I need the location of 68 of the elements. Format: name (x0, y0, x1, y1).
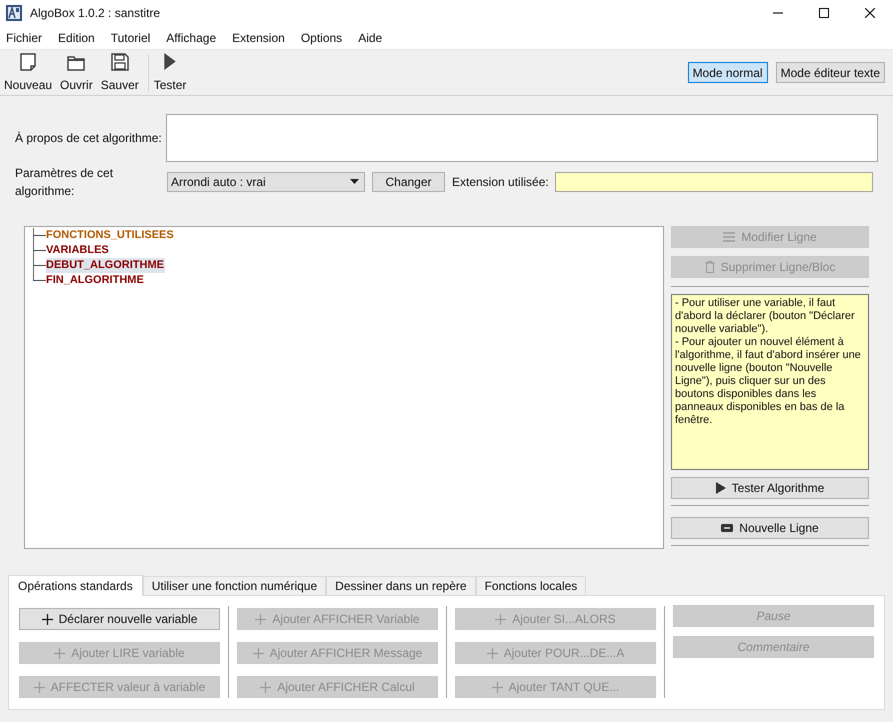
close-icon (865, 8, 875, 18)
extension-field[interactable] (554, 172, 873, 192)
tree-item[interactable]: VARIABLES (46, 243, 110, 258)
side-button[interactable]: Tester Algorithme (671, 477, 869, 499)
help-text: - Pour ajouter un nouvel élément à l'algorithme, il faut d'abord insérer une nouvelle ligne (bouton "Nouvelle Ligne"), puis cliquer sur un des boutons disponibles dans les panneaux disponibles en bas de la fenêtre. (675, 336, 862, 427)
side-button: Supprimer Ligne/Bloc (671, 256, 869, 278)
operation-button: Ajouter AFFICHER Variable (237, 608, 438, 630)
side-button[interactable]: Nouvelle Ligne (671, 517, 869, 539)
operation-button: Ajouter LIRE variable (19, 642, 220, 664)
menu-item[interactable]: Options (296, 28, 348, 46)
keyboard-key-icon (721, 524, 734, 532)
menu-icon (723, 232, 736, 242)
document-icon (20, 52, 36, 70)
plus-icon (260, 682, 272, 692)
menu-item[interactable]: Edition (53, 28, 100, 46)
toolbar-button[interactable]: Ouvrir (58, 52, 95, 94)
operation-button[interactable]: Déclarer nouvelle variable (19, 608, 220, 630)
change-button[interactable]: Changer (372, 172, 445, 192)
plus-icon (486, 648, 498, 658)
plus-icon (255, 614, 266, 624)
plus-icon (42, 614, 53, 624)
side-button: Modifier Ligne (671, 226, 869, 248)
help-text: - Pour utiliser une variable, il faut d'abord la déclarer (bouton "Déclarer nouvelle variable"). (675, 297, 856, 336)
tab[interactable]: Utiliser une fonction numérique (142, 576, 326, 595)
tab[interactable]: Dessiner dans un repère (326, 576, 476, 595)
operation-button: Ajouter AFFICHER Calcul (237, 676, 438, 698)
operation-button: Ajouter POUR...DE...A (455, 642, 656, 664)
play-icon (716, 482, 726, 494)
toolbar-button[interactable]: Nouveau (2, 52, 54, 94)
plus-icon (252, 648, 264, 658)
algorithm-tree[interactable]: FONCTIONS_UTILISEES VARIABLES DEBUT_ALGORITHME FIN_ALGORITHME (24, 226, 664, 549)
field-label: Extension utilisée: (452, 174, 549, 190)
app-logo-icon (6, 5, 22, 21)
menu-item[interactable]: Extension (227, 28, 290, 46)
menu-item[interactable]: Fichier (1, 28, 48, 46)
plus-icon (492, 682, 503, 692)
operation-button: AFFECTER valeur à variable (19, 676, 220, 698)
tree-item[interactable]: DEBUT_ALGORITHME (46, 258, 165, 273)
toolbar-button[interactable]: Tester (152, 52, 188, 94)
operation-button: Commentaire (673, 636, 874, 658)
trash-icon (704, 261, 715, 273)
field-label: À propos de cet algorithme: (15, 130, 163, 147)
window-title: AlgoBox 1.0.2 : sanstitre (30, 5, 160, 22)
menu-item[interactable]: Aide (353, 28, 388, 46)
operation-button: Pause (673, 605, 874, 627)
dropdown[interactable]: Arrondi auto : vrai (167, 172, 365, 192)
toolbar-button[interactable]: Sauver (98, 52, 141, 94)
maximize-icon (819, 8, 829, 18)
tab[interactable]: Opérations standards (8, 575, 143, 596)
play-icon (163, 52, 178, 70)
mode-button[interactable]: Mode normal (688, 62, 768, 83)
floppy-icon (110, 52, 129, 70)
about-field[interactable] (166, 114, 878, 162)
plus-icon (54, 648, 66, 658)
mode-button[interactable]: Mode éditeur texte (776, 62, 885, 83)
operation-button: Ajouter SI...ALORS (455, 608, 656, 630)
caret-icon (350, 179, 359, 184)
field-label: Paramètres de cet algorithme: (15, 164, 114, 200)
menu-item[interactable]: Tutoriel (106, 28, 156, 46)
plus-icon (34, 682, 45, 692)
tab[interactable]: Fonctions locales (476, 576, 586, 595)
tree-item[interactable]: FONCTIONS_UTILISEES (46, 228, 175, 243)
operation-button: Ajouter TANT QUE... (455, 676, 656, 698)
operation-button: Ajouter AFFICHER Message (237, 642, 438, 664)
plus-icon (495, 614, 506, 624)
tree-item[interactable]: FIN_ALGORITHME (46, 273, 145, 288)
menu-item[interactable]: Affichage (161, 28, 222, 46)
folder-icon (67, 54, 86, 70)
